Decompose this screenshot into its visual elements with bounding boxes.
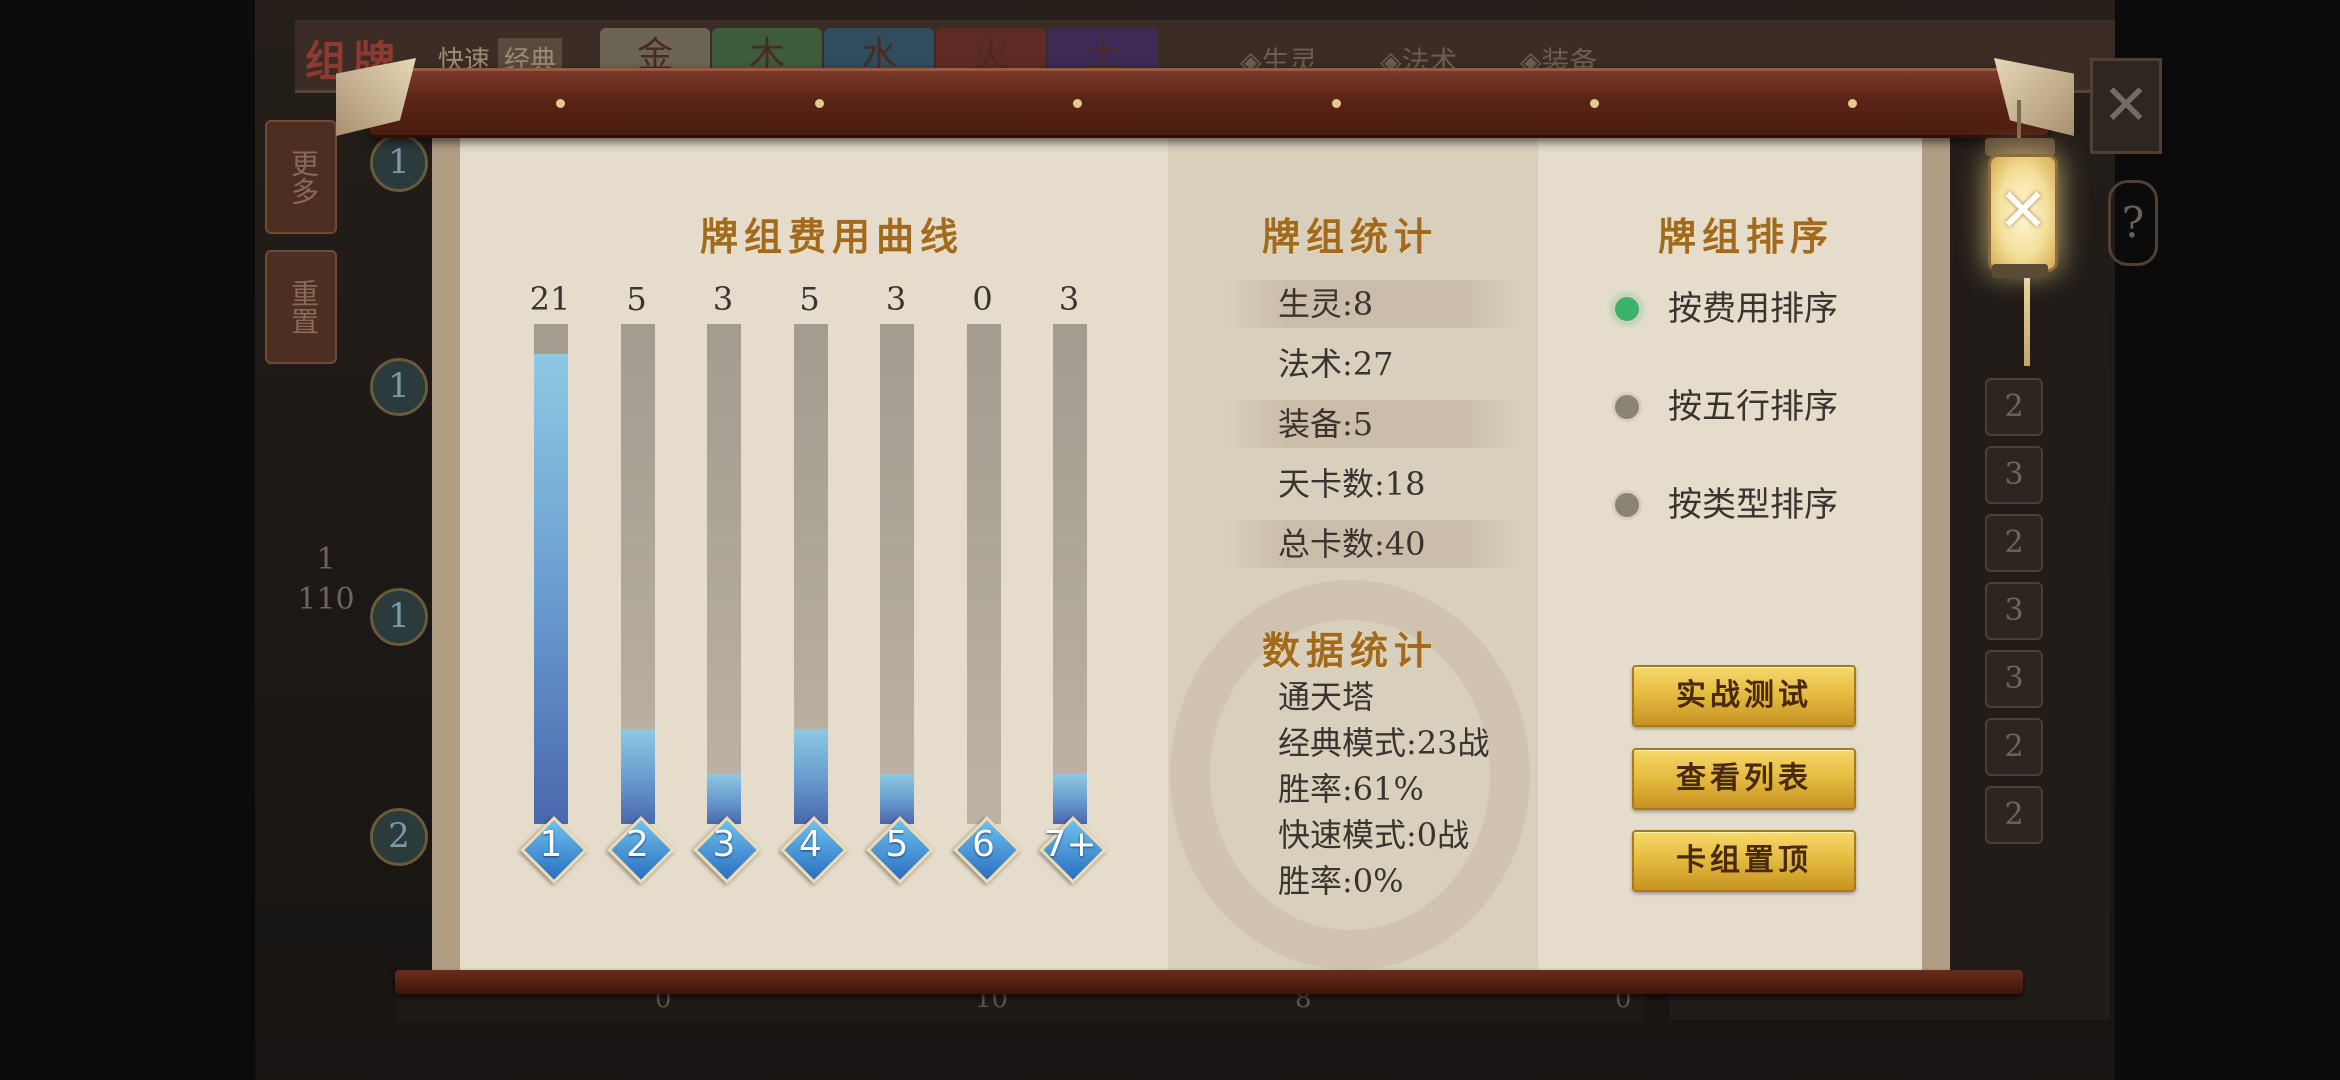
cost-curve-chart: 21 1 5 2 3 3 5 4 3 5 0 6 3 7+: [520, 280, 1120, 900]
cost-bar-track: [534, 324, 568, 824]
cost-bar-track: [707, 324, 741, 824]
cost-count-label: 3: [712, 280, 734, 318]
cost-diamond-label: 5: [885, 824, 909, 865]
cost-column-1: 21 1: [520, 280, 588, 900]
stat-sky-cards: 天卡数:18: [1278, 465, 1426, 503]
data-classic-winrate: 胜率:61%: [1278, 770, 1424, 808]
radio-selected-icon[interactable]: [1612, 294, 1642, 324]
cost-count-label: 3: [1058, 280, 1080, 318]
deck-stats-title: 牌组统计: [1262, 214, 1439, 259]
bg-deck-cost: 3: [1985, 446, 2043, 504]
cost-bar-track: [793, 324, 828, 824]
cost-diamond-label: 3: [712, 824, 736, 865]
view-list-button[interactable]: 查看列表: [1632, 748, 1856, 810]
lantern-tassel: [2024, 278, 2030, 366]
rod-stud: [1590, 99, 1599, 108]
sort-by-cost-label: 按费用排序: [1668, 289, 1838, 329]
bg-deck-cost: 2: [1985, 718, 2043, 776]
cost-diamond-label: 6: [972, 824, 995, 865]
rod-stud: [1332, 99, 1341, 108]
cost-diamond-label: 1: [539, 824, 563, 865]
cost-curve-title: 牌组费用曲线: [700, 214, 965, 259]
bg-cost-badge: 1: [370, 588, 428, 646]
sort-by-type-label: 按类型排序: [1668, 485, 1838, 525]
cost-count-label: 21: [529, 280, 571, 318]
bg-pager: 1 110: [296, 540, 356, 620]
bg-cost-badge: 1: [370, 134, 428, 192]
stat-creatures: 生灵:8: [1228, 280, 1518, 328]
lantern-rope: [2017, 100, 2021, 140]
cost-bar-fill: [880, 774, 914, 824]
cost-bar-track: [1053, 324, 1087, 824]
cost-column-2: 52: [606, 280, 675, 900]
radio-unselected-icon[interactable]: [1612, 392, 1642, 422]
bg-deck-cost: 3: [1985, 582, 2043, 640]
pin-deck-button[interactable]: 卡组置顶: [1632, 830, 1856, 892]
cost-column-4: 54: [779, 280, 848, 900]
bg-deck-cost: 3: [1985, 650, 2043, 708]
bg-page-total: 110: [297, 582, 355, 617]
battle-test-button[interactable]: 实战测试: [1632, 665, 1856, 727]
bg-deck-cost: 2: [1985, 378, 2043, 436]
data-tower-label: 通天塔: [1278, 678, 1375, 716]
cost-diamond-icon: 4: [779, 816, 848, 884]
cost-bar-track: [966, 324, 1001, 824]
cost-diamond-icon: 3: [693, 816, 761, 884]
cost-diamond-label: 2: [626, 824, 649, 865]
cost-bar-track: [620, 324, 655, 824]
data-fast-battles: 快速模式:0战: [1278, 816, 1470, 854]
cost-bar-fill: [620, 729, 655, 824]
bg-close-icon: ✕: [2090, 58, 2162, 154]
sort-title: 牌组排序: [1658, 214, 1835, 259]
bg-help-icon: ?: [2108, 180, 2158, 266]
cost-count-label: 5: [626, 280, 647, 318]
cost-diamond-label: 4: [799, 824, 822, 865]
cost-column-7+: 3 7+: [1039, 280, 1107, 900]
bg-deck-cost: 2: [1985, 786, 2043, 844]
stat-spells: 法术:27: [1278, 345, 1394, 383]
cost-column-5: 35: [866, 280, 934, 900]
cost-diamond-icon: 7+: [1039, 816, 1107, 884]
rod-stud: [1073, 99, 1082, 108]
cost-diamond-label: 7+: [1043, 824, 1097, 865]
cost-count-label: 3: [885, 280, 907, 318]
scroll-top-rod: [370, 68, 2048, 138]
cost-bar-fill: [534, 354, 568, 824]
radio-unselected-icon[interactable]: [1612, 490, 1642, 520]
bg-page-current: 1: [316, 542, 336, 577]
bg-cost-badge: 1: [370, 358, 428, 416]
bg-deck-cost: 2: [1985, 514, 2043, 572]
bg-more-button: 更多: [265, 120, 337, 234]
cost-bar-fill: [793, 729, 828, 824]
cost-diamond-icon: 1: [520, 816, 588, 884]
cost-diamond-icon: 2: [606, 816, 675, 884]
data-fast-winrate: 胜率:0%: [1278, 862, 1404, 900]
cost-count-label: 0: [972, 280, 993, 318]
rod-stud: [556, 99, 565, 108]
data-stats-title: 数据统计: [1262, 628, 1439, 673]
cost-count-label: 5: [799, 280, 820, 318]
cost-bar-track: [880, 324, 914, 824]
scroll-bottom-rod: [395, 970, 2023, 994]
bg-reset-button: 重置: [265, 250, 337, 364]
stat-equipment: 装备:5: [1228, 400, 1518, 448]
stat-total-cards: 总卡数:40: [1228, 520, 1518, 568]
rod-stud: [815, 99, 824, 108]
cost-diamond-icon: 6: [952, 816, 1021, 884]
cost-bar-fill: [1053, 774, 1087, 824]
sort-by-element-label: 按五行排序: [1668, 387, 1838, 427]
bg-cost-badge: 2: [370, 808, 428, 866]
lantern-base: [1992, 264, 2048, 278]
cost-diamond-icon: 5: [866, 816, 934, 884]
cost-column-3: 33: [693, 280, 761, 900]
data-classic-battles: 经典模式:23战: [1278, 724, 1490, 762]
cost-column-6: 06: [952, 280, 1021, 900]
cost-bar-fill: [707, 774, 741, 824]
rod-stud: [1848, 99, 1857, 108]
close-icon[interactable]: ✕: [1988, 154, 2058, 272]
